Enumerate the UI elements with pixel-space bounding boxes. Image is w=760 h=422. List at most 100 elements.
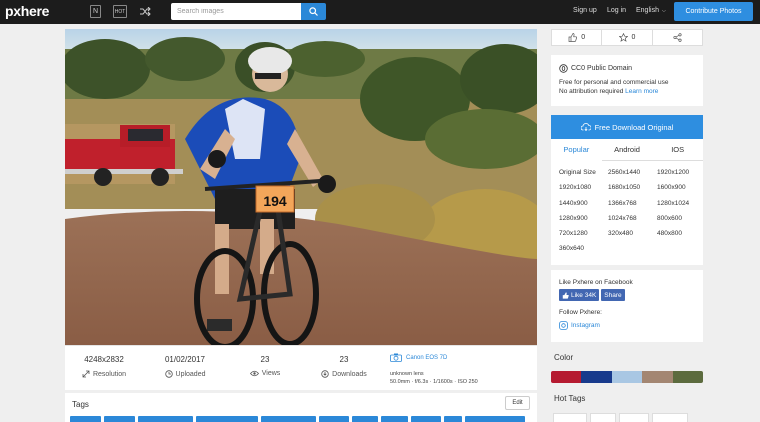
color-swatch[interactable]	[672, 371, 703, 383]
size-option[interactable]: 1440x900	[559, 196, 608, 211]
color-title: Color	[554, 353, 574, 362]
facebook-title: Like Pxhere on Facebook	[559, 279, 633, 286]
download-tabs: Popular Android IOS	[551, 139, 704, 161]
size-option[interactable]: 360x640	[559, 241, 608, 256]
camera-icon	[390, 353, 402, 362]
uploaded-label: Uploaded	[175, 370, 206, 378]
tags-title: Tags	[72, 400, 89, 409]
edit-tags-button[interactable]: Edit	[505, 396, 530, 410]
exif-info: 50.0mm · f/6.3s · 1/1600s · ISO 250	[390, 379, 478, 385]
size-option[interactable]: Original Size	[559, 165, 608, 180]
tag-chip[interactable]	[261, 416, 316, 422]
tab-popular[interactable]: Popular	[551, 139, 602, 161]
cloud-download-icon	[580, 123, 591, 131]
size-option[interactable]: 1024x768	[608, 211, 657, 226]
language-label: English	[636, 7, 659, 14]
photo-stats-bar: 4248x2832 Resolution 01/02/2017 Uploaded…	[65, 345, 537, 390]
facebook-like-button[interactable]: Like 34K	[559, 289, 600, 301]
hot-photos-icon[interactable]: HOT	[113, 5, 127, 18]
language-selector[interactable]: English ⌵	[636, 7, 666, 14]
learn-more-link[interactable]: Learn more	[625, 88, 658, 95]
hot-tag-chip[interactable]	[619, 413, 649, 422]
facebook-like-label: Like 34K	[571, 291, 597, 299]
hot-tag-chip[interactable]	[590, 413, 616, 422]
size-option[interactable]: 1600x900	[657, 180, 706, 195]
like-count: 0	[581, 34, 586, 41]
tag-chip[interactable]	[138, 416, 193, 422]
hot-tag-chip[interactable]	[652, 413, 688, 422]
instagram-icon	[559, 321, 568, 330]
views-label: Views	[261, 370, 281, 377]
license-line1: Free for personal and commercial use	[559, 79, 669, 86]
tag-chip[interactable]	[381, 416, 408, 422]
star-icon	[618, 33, 628, 42]
size-option[interactable]: 320x480	[608, 226, 657, 241]
new-photos-icon[interactable]: N	[90, 5, 101, 18]
color-swatch[interactable]	[551, 371, 582, 383]
top-navigation-bar: pxhere N HOT Sign up Log in English ⌵ Co…	[0, 0, 760, 24]
facebook-share-button[interactable]: Share	[601, 289, 625, 301]
uploaded-value: 01/02/2017	[164, 355, 206, 364]
site-logo[interactable]: pxhere	[5, 3, 49, 19]
camera-model-link[interactable]: Canon EOS 7D	[390, 353, 478, 362]
cc0-icon	[559, 64, 568, 73]
free-download-button[interactable]: Free Download Original	[551, 115, 703, 139]
size-option[interactable]: 1280x900	[559, 211, 608, 226]
login-link[interactable]: Log in	[607, 7, 626, 14]
size-option[interactable]: 1366x768	[608, 196, 657, 211]
hot-tag-chip[interactable]	[553, 413, 587, 422]
signup-link[interactable]: Sign up	[573, 7, 597, 14]
color-swatch[interactable]	[581, 371, 612, 383]
race-bib-number: 194	[263, 193, 287, 209]
tab-ios[interactable]: IOS	[652, 139, 704, 161]
license-line2: No attribution required	[559, 88, 624, 95]
uploaded-stat: 01/02/2017 Uploaded	[155, 355, 215, 378]
tag-chip[interactable]	[319, 416, 349, 422]
tag-chip[interactable]	[196, 416, 258, 422]
size-option[interactable]: 1920x1200	[657, 165, 706, 180]
tag-chip[interactable]	[104, 416, 135, 422]
tag-chip[interactable]	[70, 416, 101, 422]
instagram-link[interactable]: Instagram	[559, 321, 695, 330]
license-box: CC0 Public Domain Free for personal and …	[551, 55, 703, 106]
size-option[interactable]: 1280x1024	[657, 196, 706, 211]
tag-chip[interactable]	[352, 416, 378, 422]
size-option[interactable]: 1920x1080	[559, 180, 608, 195]
photo-actions-bar: 0 0	[551, 29, 703, 46]
color-swatch[interactable]	[642, 371, 673, 383]
tag-chip[interactable]	[465, 416, 525, 422]
tab-android[interactable]: Android	[601, 139, 653, 161]
camera-model: Canon EOS 7D	[406, 354, 448, 361]
resolution-label: Resolution	[92, 370, 127, 378]
download-size-list: Original Size 2560x1440 1920x1200 1920x1…	[551, 161, 703, 257]
chevron-down-icon: ⌵	[661, 7, 666, 14]
tag-chip[interactable]	[411, 416, 441, 422]
hot-photos-label: HOT	[114, 8, 126, 15]
downloads-value: 23	[339, 355, 349, 364]
size-option[interactable]: 2560x1440	[608, 165, 657, 180]
instagram-label: Instagram	[571, 322, 600, 329]
main-photo[interactable]: 194	[65, 29, 537, 345]
favorite-button[interactable]: 0	[602, 30, 653, 45]
size-option[interactable]: 1680x1050	[608, 180, 657, 195]
search-button[interactable]	[301, 3, 326, 20]
expand-icon	[82, 370, 90, 378]
clock-icon	[164, 370, 173, 378]
color-swatch[interactable]	[611, 371, 643, 383]
download-icon	[321, 370, 329, 378]
search-input[interactable]	[171, 3, 301, 20]
tag-chip[interactable]	[444, 416, 462, 422]
shuffle-icon[interactable]	[138, 5, 152, 18]
share-icon	[673, 33, 682, 42]
share-button[interactable]	[653, 30, 702, 45]
like-button[interactable]: 0	[552, 30, 603, 45]
size-option[interactable]: 480x800	[657, 226, 706, 241]
resolution-stat: 4248x2832 Resolution	[73, 355, 135, 378]
size-option[interactable]: 720x1280	[559, 226, 608, 241]
favorite-count: 0	[631, 34, 636, 41]
follow-title: Follow Pxhere:	[559, 309, 602, 316]
size-option[interactable]: 800x600	[657, 211, 706, 226]
contribute-photos-button[interactable]: Contribute Photos	[674, 2, 753, 21]
thumbs-up-icon	[568, 33, 578, 42]
color-swatches	[551, 371, 703, 383]
